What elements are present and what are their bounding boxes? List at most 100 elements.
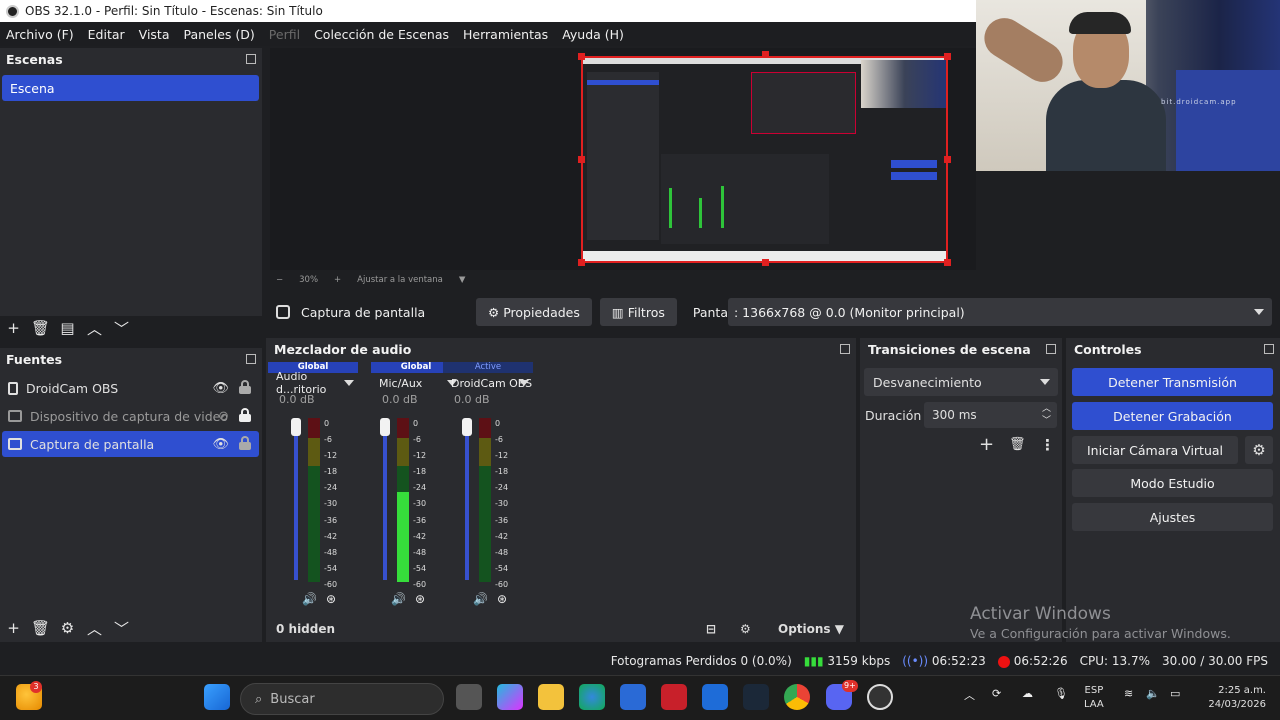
resize-handle[interactable]	[762, 51, 769, 58]
task-view-icon[interactable]	[456, 684, 482, 710]
settings-button[interactable]: Ajustes	[1072, 503, 1273, 531]
volume-fader[interactable]	[294, 420, 298, 580]
source-item-droidcam[interactable]: DroidCam OBS 👁	[2, 375, 259, 401]
resize-handle[interactable]	[944, 156, 951, 163]
duration-stepper[interactable]: ︿ ﹀	[1042, 403, 1051, 427]
resize-handle[interactable]	[578, 53, 585, 60]
studio-mode-button[interactable]: Modo Estudio	[1072, 469, 1273, 497]
source-item-video-capture[interactable]: Dispositivo de captura de video ⊘	[2, 403, 259, 429]
resize-handle[interactable]	[578, 259, 585, 266]
mcafee-icon[interactable]	[661, 684, 687, 710]
add-transition-button[interactable]: +	[979, 434, 994, 455]
menu-herramientas[interactable]: Herramientas	[463, 27, 548, 42]
volume-icon[interactable]: 🔈	[1146, 687, 1160, 700]
move-source-down-button[interactable]: ﹀	[108, 617, 135, 639]
menu-ayuda[interactable]: Ayuda (H)	[562, 27, 624, 42]
layout-icon[interactable]: ⊟	[706, 622, 716, 636]
start-virtual-camera-button[interactable]: Iniciar Cámara Virtual	[1072, 436, 1238, 464]
language-indicator[interactable]: ESP LAA	[1084, 684, 1104, 712]
stop-streaming-button[interactable]: Detener Transmisión	[1072, 368, 1273, 396]
screen-capture-preview[interactable]	[581, 56, 948, 263]
onedrive-icon[interactable]: ☁	[1022, 687, 1033, 700]
mute-speaker-icon[interactable]: 🔊	[391, 592, 406, 606]
move-source-up-button[interactable]: ︿	[81, 617, 108, 639]
volume-fader[interactable]	[465, 420, 469, 580]
add-source-button[interactable]: +	[0, 617, 27, 639]
stop-recording-button[interactable]: Detener Grabación	[1072, 402, 1273, 430]
file-explorer-icon[interactable]	[538, 684, 564, 710]
resize-handle[interactable]	[578, 156, 585, 163]
resize-handle[interactable]	[944, 53, 951, 60]
virtual-camera-settings-gear-icon[interactable]: ⚙	[1245, 436, 1273, 464]
sync-icon[interactable]: ⟳	[992, 687, 1001, 700]
menu-editar[interactable]: Editar	[88, 27, 125, 42]
volume-fader[interactable]	[383, 420, 387, 580]
menu-vista[interactable]: Vista	[139, 27, 170, 42]
obs-taskbar-icon[interactable]	[867, 684, 893, 710]
menu-coleccion-escenas[interactable]: Colección de Escenas	[314, 27, 449, 42]
scene-filters-button[interactable]: ▤	[54, 317, 81, 339]
resize-handle[interactable]	[944, 259, 951, 266]
audio-monitor-icon[interactable]: ⊛	[326, 592, 336, 606]
scene-item-escena[interactable]: Escena	[2, 75, 259, 101]
menu-perfil[interactable]: Perfil	[269, 27, 300, 42]
audio-monitor-icon[interactable]: ⊛	[415, 592, 425, 606]
taskbar-search[interactable]: ⌕ Buscar	[240, 683, 444, 715]
lock-icon[interactable]	[239, 436, 251, 450]
chrome-icon[interactable]	[784, 684, 810, 710]
properties-button[interactable]: ⚙ Propiedades	[476, 298, 592, 326]
volume-fader-handle[interactable]	[380, 418, 390, 436]
visibility-eye-icon[interactable]: 👁	[212, 437, 229, 452]
filters-button[interactable]: ▥ Filtros	[599, 298, 677, 326]
options-button[interactable]: Options ▼	[778, 622, 844, 636]
channel-name[interactable]: Audio d...ritorio	[268, 370, 358, 396]
windows-start-icon[interactable]	[204, 684, 230, 710]
undock-icon[interactable]	[840, 344, 850, 354]
undock-icon[interactable]	[1264, 344, 1274, 354]
edge-icon[interactable]	[579, 684, 605, 710]
channel-name[interactable]: DroidCam OBS	[443, 373, 533, 393]
undock-icon[interactable]	[1046, 344, 1056, 354]
menu-archivo[interactable]: Archivo (F)	[6, 27, 74, 42]
volume-fader-handle[interactable]	[291, 418, 301, 436]
move-scene-down-button[interactable]: ﹀	[108, 317, 135, 339]
zoom-in-button[interactable]: +	[334, 275, 341, 285]
remove-scene-button[interactable]: 🗑	[27, 317, 54, 339]
resize-handle[interactable]	[762, 259, 769, 266]
channel-tag: Active	[443, 362, 533, 373]
microphone-icon[interactable]: 🎙	[1054, 687, 1068, 700]
undock-icon[interactable]	[246, 354, 256, 364]
transition-select[interactable]: Desvanecimiento	[864, 368, 1058, 396]
lock-icon[interactable]	[239, 380, 251, 394]
audio-monitor-icon[interactable]: ⊛	[497, 592, 507, 606]
battery-icon[interactable]: ▭	[1170, 687, 1180, 700]
zoom-dropdown-icon[interactable]: ▼	[459, 275, 466, 285]
duration-input[interactable]: 300 ms ︿ ﹀	[924, 402, 1057, 428]
menu-paneles[interactable]: Paneles (D)	[184, 27, 255, 42]
tray-overflow-icon[interactable]: ︿	[964, 687, 975, 703]
mute-speaker-icon[interactable]: 🔊	[473, 592, 488, 606]
add-scene-button[interactable]: +	[0, 317, 27, 339]
monitor-select[interactable]: : 1366x768 @ 0.0 (Monitor principal)	[728, 298, 1272, 326]
volume-fader-handle[interactable]	[462, 418, 472, 436]
undock-icon[interactable]	[246, 54, 256, 64]
m365-icon[interactable]	[497, 684, 523, 710]
mute-speaker-icon[interactable]: 🔊	[302, 592, 317, 606]
move-scene-up-button[interactable]: ︿	[81, 317, 108, 339]
store-icon[interactable]	[620, 684, 646, 710]
remove-source-button[interactable]: 🗑	[27, 617, 54, 639]
source-properties-button[interactable]: ⚙	[54, 617, 81, 639]
fit-to-window-label[interactable]: Ajustar a la ventana	[357, 275, 443, 285]
clock[interactable]: 2:25 a.m. 24/03/2026	[1196, 684, 1266, 712]
source-item-screen-capture[interactable]: Captura de pantalla 👁	[2, 431, 259, 457]
hidden-eye-icon[interactable]: ⊘	[218, 409, 229, 424]
visibility-eye-icon[interactable]: 👁	[212, 381, 229, 396]
transition-menu-icon[interactable]: ⋮	[1040, 436, 1055, 454]
remove-transition-button[interactable]: 🗑	[1009, 437, 1026, 452]
wifi-icon[interactable]: ≋	[1124, 687, 1133, 700]
steam-icon[interactable]	[743, 684, 769, 710]
outlook-icon[interactable]	[702, 684, 728, 710]
lock-icon[interactable]	[239, 408, 251, 422]
advanced-audio-icon[interactable]: ⚙	[740, 622, 751, 636]
zoom-out-button[interactable]: −	[276, 275, 283, 285]
